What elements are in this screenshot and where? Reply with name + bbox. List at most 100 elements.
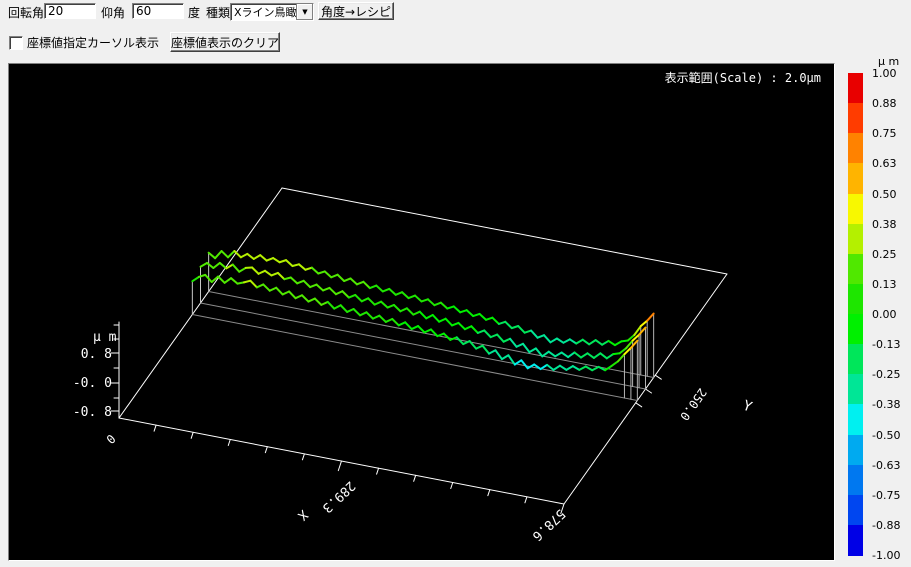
coord-cursor-checkbox[interactable] <box>9 36 23 50</box>
profile-segment <box>402 292 408 298</box>
profile-segment <box>323 288 329 291</box>
profile-segment <box>209 253 215 258</box>
profile-segment <box>373 316 379 319</box>
profile-segment <box>207 263 213 268</box>
rotation-angle-input[interactable] <box>44 3 96 19</box>
colorbar-segment <box>848 163 863 194</box>
profile-segment <box>231 278 237 283</box>
plot-type-selected-value: Xライン鳥瞰図 <box>231 4 296 20</box>
profile-segment <box>341 305 347 312</box>
profile-segment <box>351 278 357 284</box>
profile-segment <box>483 346 489 354</box>
profile-segment <box>260 255 266 260</box>
profile-segment <box>452 323 458 326</box>
profile-segment <box>213 263 219 268</box>
colorbar-segment <box>848 73 863 104</box>
profile-segment <box>541 365 547 369</box>
colorbar-segment <box>848 374 863 405</box>
profile-segment <box>394 305 400 311</box>
profile-segment <box>495 350 501 359</box>
colorbar-tick-label: 0.50 <box>872 189 911 200</box>
profile-segment <box>560 366 566 370</box>
colorbar-tick-label: -0.75 <box>872 490 911 501</box>
y-tick-label: 250.0 <box>677 385 709 423</box>
profile-segment <box>563 339 569 342</box>
profile-segment <box>502 355 508 359</box>
profile-segment <box>368 298 374 304</box>
colorbar-segment <box>848 103 863 134</box>
profile-segment <box>570 339 576 343</box>
profile-segment <box>376 286 382 292</box>
colorbar-tick-label: 0.88 <box>872 98 911 109</box>
profile-segment <box>531 331 537 338</box>
profile-segment <box>357 282 363 285</box>
profile-segment <box>607 354 613 358</box>
profile-segment <box>428 299 434 305</box>
profile-segment <box>612 361 618 366</box>
profile-segment <box>471 326 477 333</box>
profile-segment <box>363 282 369 288</box>
profile-segment <box>484 330 490 337</box>
profile-segment <box>460 310 466 312</box>
clear-coord-display-button[interactable]: 座標値表示のクリア <box>170 32 280 52</box>
profile-segment <box>592 367 598 370</box>
profile-segment <box>399 322 405 325</box>
colorbar-segment <box>848 284 863 315</box>
profile-segment <box>547 365 553 370</box>
profile-segment <box>336 291 342 294</box>
profile-segment <box>388 305 394 308</box>
profile-segment <box>518 326 524 333</box>
profile-segment <box>278 273 284 279</box>
profile-segment <box>557 339 563 343</box>
profile-segment <box>305 268 311 270</box>
x-tick-label-min: 0 <box>103 431 118 446</box>
plot-canvas[interactable]: 表示範囲(Scale) : 2.0μm μ m 0. 8 -0. 0 -0. 8… <box>8 63 835 561</box>
profile-segment <box>254 255 260 259</box>
profile-segment <box>439 319 445 322</box>
app-window: { "toolbar": { "rotation_label": "回転角", … <box>0 0 911 567</box>
scale-range-text: 表示範囲(Scale) : 2.0μm <box>665 70 821 85</box>
x-tick-label-mid: 289.3 <box>319 478 358 516</box>
colorbar-tick-label: 1.00 <box>872 68 911 79</box>
profile-segment <box>589 340 595 344</box>
profile-segment <box>331 275 337 278</box>
colorbar-tick-label: -0.63 <box>872 460 911 471</box>
chevron-down-icon: ▼ <box>302 8 307 16</box>
angle-to-recipe-button[interactable]: 角度→レシピ <box>318 2 394 20</box>
profile-segment <box>247 254 253 259</box>
profile-segment <box>192 277 198 281</box>
dropdown-button[interactable]: ▼ <box>296 4 313 20</box>
profile-segment <box>347 309 353 312</box>
profile-segment <box>222 251 228 257</box>
plot-type-dropdown[interactable]: Xライン鳥瞰図 ▼ <box>230 3 314 21</box>
profile-segment <box>510 339 516 347</box>
profile-segment <box>562 353 568 358</box>
profile-segment <box>360 312 366 315</box>
profile-segment <box>473 314 479 316</box>
profile-segment <box>409 296 415 299</box>
profile-segment <box>499 322 505 324</box>
profile-segment <box>454 306 460 312</box>
profile-segment <box>525 331 531 333</box>
profile-segment <box>199 275 205 277</box>
profile-segment <box>615 341 621 345</box>
profile-segment <box>542 352 548 357</box>
profile-segment <box>286 260 292 266</box>
z-axis-unit-label: μ m <box>93 330 117 345</box>
profile-segment <box>225 278 231 283</box>
profile-segment <box>302 295 308 301</box>
profile-segment <box>344 278 350 281</box>
profile-segment <box>329 288 335 294</box>
profile-segment <box>379 316 385 322</box>
profile-segment <box>325 271 331 277</box>
profile-segment <box>310 285 316 288</box>
profile-segment <box>467 310 473 316</box>
profile-segment <box>437 334 443 337</box>
profile-segment <box>252 267 258 273</box>
z-tick-label-mid: -0. 0 <box>73 376 112 391</box>
elevation-angle-input[interactable] <box>132 3 184 19</box>
colorbar-tick-label: -0.13 <box>872 339 911 350</box>
profile-segment <box>647 314 653 321</box>
colorbar-segment <box>848 465 863 496</box>
profile-segment <box>491 335 497 338</box>
